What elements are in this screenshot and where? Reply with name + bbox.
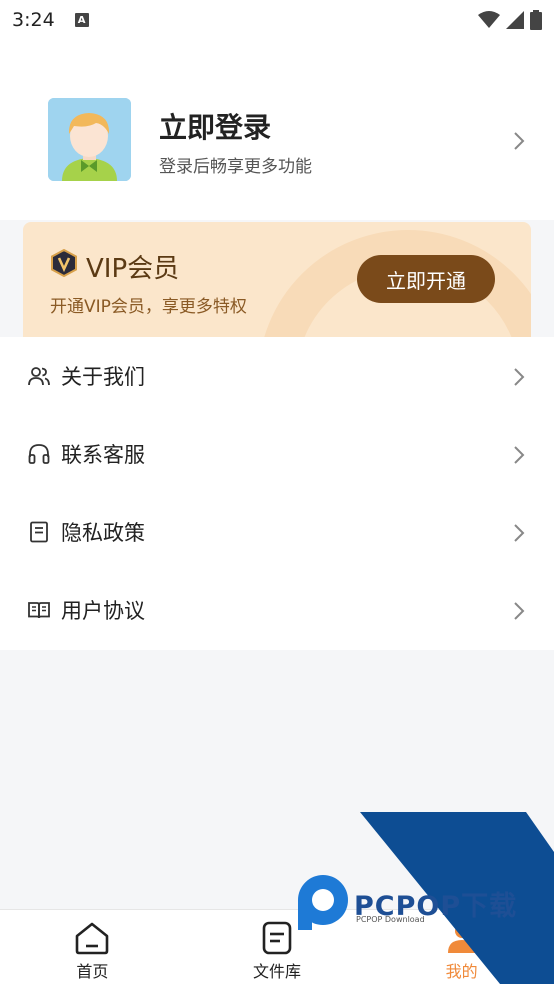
menu-item-label: 关于我们 bbox=[61, 365, 145, 389]
chevron-right-icon bbox=[514, 602, 525, 620]
menu-item-label: 联系客服 bbox=[61, 443, 145, 467]
vip-badge-icon bbox=[51, 249, 77, 277]
users-icon bbox=[28, 367, 50, 386]
bottom-tab-bar: 首页 文件库 我的 bbox=[0, 909, 554, 984]
document-icon bbox=[30, 521, 48, 543]
login-title[interactable]: 立即登录 bbox=[159, 106, 271, 146]
a-icon: A bbox=[74, 13, 89, 27]
signal-icon bbox=[506, 11, 524, 29]
profile-icon bbox=[447, 924, 476, 953]
vip-subtitle: 开通VIP会员，享更多特权 bbox=[50, 297, 247, 317]
file-library-icon bbox=[262, 921, 292, 955]
menu-item-about-us[interactable]: 关于我们 bbox=[0, 337, 554, 415]
home-icon bbox=[76, 922, 109, 955]
tab-file-library[interactable]: 文件库 bbox=[185, 910, 370, 984]
tab-home[interactable]: 首页 bbox=[0, 910, 185, 984]
avatar[interactable] bbox=[48, 98, 131, 181]
tab-label: 我的 bbox=[445, 962, 478, 981]
menu-item-label: 隐私政策 bbox=[61, 521, 145, 545]
menu-item-customer-service[interactable]: 联系客服 bbox=[0, 415, 554, 493]
chevron-right-icon bbox=[514, 132, 525, 150]
chevron-right-icon bbox=[514, 368, 525, 386]
settings-menu: 关于我们 联系客服 隐私政策 用户协议 bbox=[0, 337, 554, 650]
activate-vip-button[interactable]: 立即开通 bbox=[357, 255, 495, 303]
chevron-right-icon bbox=[514, 524, 525, 542]
menu-item-label: 用户协议 bbox=[61, 599, 145, 623]
menu-item-user-agreement[interactable]: 用户协议 bbox=[0, 571, 554, 649]
profile-header[interactable]: 立即登录 登录后畅享更多功能 bbox=[0, 40, 554, 220]
headset-icon bbox=[28, 444, 50, 464]
vip-title: VIP会员 bbox=[86, 254, 180, 284]
vip-card[interactable]: VIP会员 开通VIP会员，享更多特权 立即开通 bbox=[23, 222, 531, 337]
user-avatar-icon bbox=[48, 98, 131, 181]
tab-label: 首页 bbox=[76, 962, 109, 981]
tab-label: 文件库 bbox=[253, 962, 302, 981]
login-subtitle: 登录后畅享更多功能 bbox=[159, 157, 312, 177]
book-icon bbox=[28, 602, 50, 619]
wifi-icon bbox=[478, 11, 500, 28]
status-bar: 3:24 A bbox=[0, 0, 554, 40]
status-icons bbox=[478, 10, 542, 30]
menu-item-privacy-policy[interactable]: 隐私政策 bbox=[0, 493, 554, 571]
chevron-right-icon bbox=[514, 446, 525, 464]
tab-mine[interactable]: 我的 bbox=[369, 910, 554, 984]
status-time: 3:24 bbox=[12, 9, 55, 31]
battery-icon bbox=[530, 10, 542, 30]
